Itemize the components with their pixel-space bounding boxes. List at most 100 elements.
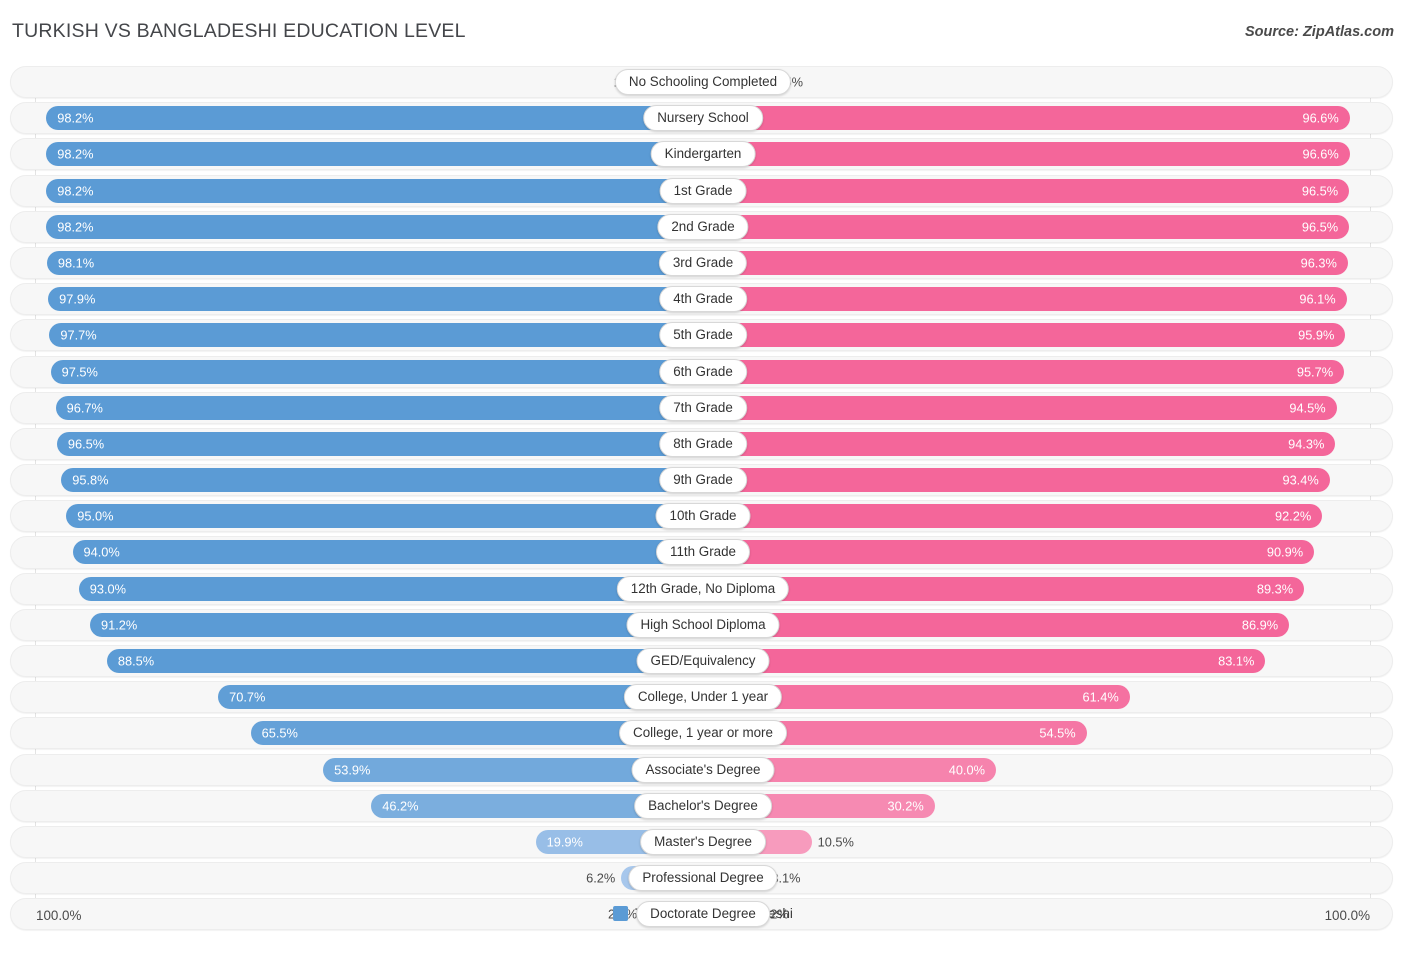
bar-bangladeshi[interactable]: 96.1%: [703, 287, 1347, 312]
bar-turkish[interactable]: 91.2%: [90, 612, 703, 637]
bar-bangladeshi[interactable]: 95.9%: [703, 323, 1346, 348]
bar-turkish[interactable]: 88.5%: [106, 649, 703, 673]
bar-bangladeshi[interactable]: 92.2%: [703, 504, 1323, 529]
category-label[interactable]: Professional Degree: [628, 865, 778, 892]
value-label-turkish: 95.8%: [72, 472, 109, 488]
value-label-turkish: 97.7%: [60, 327, 97, 343]
chart-page: TURKISH VS BANGLADESHI EDUCATION LEVEL S…: [0, 0, 1406, 975]
bar-turkish[interactable]: 97.7%: [49, 323, 703, 348]
bar-turkish[interactable]: 94.0%: [72, 540, 703, 565]
category-label[interactable]: 12th Grade, No Diploma: [616, 575, 790, 602]
category-label[interactable]: Nursery School: [643, 105, 763, 132]
bar-bangladeshi[interactable]: 83.1%: [703, 649, 1266, 673]
chart-row: 98.1% 96.3% 3rd Grade: [0, 246, 1406, 280]
value-label-bangladeshi: 96.3%: [1300, 255, 1337, 271]
bar-bangladeshi[interactable]: 96.5%: [703, 214, 1350, 239]
chart-row: 70.7% 61.4% College, Under 1 year: [0, 681, 1406, 714]
value-label-bangladeshi: 54.5%: [1039, 725, 1076, 741]
chart-row: 98.2% 96.6% Kindergarten: [0, 138, 1406, 171]
value-label-turkish: 46.2%: [382, 798, 419, 814]
bar-bangladeshi[interactable]: 96.6%: [703, 142, 1350, 167]
bar-turkish[interactable]: 97.5%: [50, 359, 703, 384]
chart-row: 91.2% 86.9% High School Diploma: [0, 608, 1406, 641]
value-label-turkish: 94.0%: [83, 544, 120, 560]
category-label[interactable]: GED/Equivalency: [636, 648, 770, 675]
value-label-turkish: 53.9%: [334, 762, 371, 778]
value-label-turkish: 88.5%: [117, 653, 155, 669]
bar-bangladeshi[interactable]: 94.3%: [703, 431, 1336, 456]
bar-turkish[interactable]: 95.8%: [61, 468, 703, 493]
category-label[interactable]: 9th Grade: [659, 467, 747, 494]
category-label[interactable]: 6th Grade: [659, 358, 747, 385]
category-label[interactable]: 5th Grade: [659, 322, 747, 349]
bar-turkish[interactable]: 98.2%: [46, 106, 703, 131]
bar-bangladeshi[interactable]: 96.3%: [703, 250, 1348, 275]
chart-row: 19.9% 10.5% Master's Degree: [0, 825, 1406, 859]
value-label-turkish: 91.2%: [101, 617, 138, 633]
chart-row: 98.2% 96.5% 1st Grade: [0, 174, 1406, 207]
value-label-turkish: 98.2%: [57, 146, 94, 162]
value-label-turkish: 97.5%: [61, 364, 98, 379]
bar-bangladeshi[interactable]: 90.9%: [703, 540, 1315, 565]
category-label[interactable]: 1st Grade: [659, 177, 747, 204]
bar-turkish[interactable]: 98.1%: [46, 250, 703, 275]
value-label-bangladeshi: 61.4%: [1082, 689, 1119, 705]
category-label[interactable]: Master's Degree: [640, 828, 766, 855]
value-label-bangladeshi: 94.5%: [1289, 400, 1326, 416]
value-label-bangladeshi: 86.9%: [1241, 617, 1279, 633]
bar-bangladeshi[interactable]: 94.5%: [703, 395, 1337, 420]
bar-bangladeshi[interactable]: 96.5%: [703, 178, 1350, 203]
category-label[interactable]: Associate's Degree: [631, 756, 775, 783]
category-label[interactable]: 11th Grade: [655, 539, 751, 566]
bar-bangladeshi[interactable]: 93.4%: [703, 468, 1330, 493]
chart-row: 97.5% 95.7% 6th Grade: [0, 355, 1406, 388]
category-label[interactable]: 2nd Grade: [657, 213, 749, 240]
value-label-bangladeshi: 30.2%: [887, 798, 924, 814]
value-label-turkish: 98.2%: [57, 183, 94, 199]
category-label[interactable]: High School Diploma: [626, 611, 780, 638]
category-label[interactable]: Bachelor's Degree: [634, 792, 772, 819]
bar-bangladeshi[interactable]: 95.7%: [703, 359, 1345, 384]
chart-row: 96.5% 94.3% 8th Grade: [0, 427, 1406, 460]
category-label[interactable]: 3rd Grade: [658, 249, 748, 276]
chart-row: 97.7% 95.9% 5th Grade: [0, 319, 1406, 352]
chart-row: 65.5% 54.5% College, 1 year or more: [0, 717, 1406, 750]
bar-bangladeshi[interactable]: 86.9%: [703, 612, 1290, 637]
category-label[interactable]: College, Under 1 year: [623, 684, 783, 711]
category-label[interactable]: 8th Grade: [659, 430, 747, 457]
bar-turkish[interactable]: 98.2%: [46, 214, 703, 239]
bar-bangladeshi[interactable]: 89.3%: [703, 576, 1305, 601]
value-label-bangladeshi: 83.1%: [1218, 653, 1255, 669]
value-label-turkish: 6.2%: [586, 870, 616, 886]
value-label-turkish: 95.0%: [77, 508, 114, 524]
chart-row: 95.8% 93.4% 9th Grade: [0, 464, 1406, 497]
bar-turkish[interactable]: 98.2%: [46, 142, 703, 167]
category-label[interactable]: 7th Grade: [659, 394, 747, 421]
bar-turkish[interactable]: 96.7%: [55, 395, 703, 420]
chart-row: 93.0% 89.3% 12th Grade, No Diploma: [0, 572, 1406, 605]
chart-row: 98.2% 96.6% Nursery School: [0, 102, 1406, 135]
category-label[interactable]: Doctorate Degree: [636, 901, 770, 928]
category-label[interactable]: 4th Grade: [659, 286, 747, 313]
bar-turkish[interactable]: 96.5%: [56, 431, 703, 456]
category-label[interactable]: Kindergarten: [650, 141, 756, 168]
value-label-turkish: 19.9%: [546, 834, 583, 850]
page-title: TURKISH VS BANGLADESHI EDUCATION LEVEL: [12, 20, 466, 42]
chart-row: 1.8%3.5%No Schooling Completed: [0, 66, 1406, 99]
chart-row: 97.9% 96.1% 4th Grade: [0, 283, 1406, 316]
chart-rows: 1.8%3.5%No Schooling Completed 98.2% 96.6%…: [0, 66, 1406, 935]
axis-label-right: 100.0%: [1324, 908, 1370, 923]
bar-turkish[interactable]: 93.0%: [78, 576, 703, 601]
bar-turkish[interactable]: 97.9%: [48, 287, 703, 312]
category-label[interactable]: College, 1 year or more: [619, 720, 787, 747]
category-label[interactable]: 10th Grade: [655, 503, 751, 530]
value-label-bangladeshi: 96.1%: [1299, 291, 1336, 307]
chart-row: 98.2% 96.5% 2nd Grade: [0, 210, 1406, 243]
category-label[interactable]: No Schooling Completed: [614, 69, 792, 96]
value-label-turkish: 70.7%: [229, 689, 266, 705]
bar-turkish[interactable]: 98.2%: [46, 178, 703, 203]
value-label-turkish: 96.5%: [67, 436, 105, 452]
bar-bangladeshi[interactable]: 96.6%: [703, 106, 1350, 131]
bar-turkish[interactable]: 95.0%: [66, 504, 703, 529]
value-label-bangladeshi: 96.6%: [1302, 146, 1339, 162]
